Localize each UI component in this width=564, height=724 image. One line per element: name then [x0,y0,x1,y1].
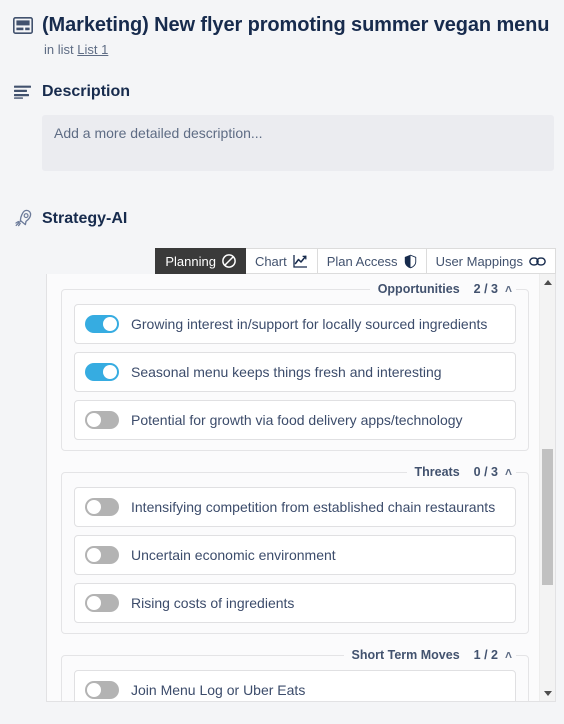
list-item[interactable]: Potential for growth via food delivery a… [74,400,516,440]
group-legend[interactable]: Threats 0 / 3 ˄ [407,465,517,479]
tab-label: User Mappings [435,253,523,269]
toggle-switch[interactable] [85,681,119,699]
list-item-label: Join Menu Log or Uber Eats [131,682,306,698]
group-title: Threats [414,465,460,479]
tab-chart[interactable]: Chart [245,248,318,274]
tab-label: Plan Access [326,253,398,269]
tab-plan-access[interactable]: Plan Access [317,248,427,274]
in-list-prefix: in list [44,42,74,57]
toggle-switch[interactable] [85,411,119,429]
list-link[interactable]: List 1 [77,42,108,57]
tab-user-mappings[interactable]: User Mappings [426,248,556,274]
planning-scroll-area: Opportunities 2 / 3 ˄ Growing interest in/… [47,274,539,701]
group-count: 2 / 3 [473,282,498,296]
tab-planning[interactable]: Planning [155,248,246,274]
group-short-term-moves: Short Term Moves 1 / 2 ˄ Join Menu Log or … [61,648,529,701]
group-legend[interactable]: Opportunities 2 / 3 ˄ [370,282,516,296]
tab-label: Planning [165,253,216,269]
ban-circle-icon [222,254,236,268]
list-item-label: Seasonal menu keeps things fresh and int… [131,364,442,380]
chevron-up-icon[interactable]: ˄ [505,466,512,478]
toggle-switch[interactable] [85,315,119,333]
description-lines-icon [10,85,36,99]
list-item[interactable]: Join Menu Log or Uber Eats [74,670,516,701]
group-title: Opportunities [377,282,460,296]
tab-label: Chart [254,253,287,269]
description-heading: Description [42,83,131,100]
group-title: Short Term Moves [351,648,460,662]
list-item-label: Uncertain economic environment [131,547,336,563]
card-window-icon [10,12,36,34]
vertical-scrollbar[interactable] [539,274,555,701]
list-item-label: Potential for growth via food delivery a… [131,412,463,428]
group-count: 1 / 2 [473,648,498,662]
group-opportunities: Opportunities 2 / 3 ˄ Growing interest in/… [61,282,529,451]
rocket-icon [10,209,36,228]
toggle-switch[interactable] [85,594,119,612]
description-section: Description Add a more detailed descript… [0,83,564,171]
toggle-switch[interactable] [85,498,119,516]
planning-panel: Opportunities 2 / 3 ˄ Growing interest in/… [46,274,556,702]
line-chart-icon [293,254,308,268]
group-threats: Threats 0 / 3 ˄ Intensifying competition f… [61,465,529,634]
description-input[interactable]: Add a more detailed description... [42,115,554,171]
description-header: Description [0,83,564,101]
shield-icon [404,254,417,269]
group-count: 0 / 3 [473,465,498,479]
scroll-down-arrow[interactable] [540,685,555,701]
strategy-section: Strategy-AI Planning Chart Plan Access User… [0,209,564,702]
toggle-switch[interactable] [85,363,119,381]
list-item[interactable]: Uncertain economic environment [74,535,516,575]
strategy-heading: Strategy-AI [42,209,128,227]
scroll-up-arrow[interactable] [540,274,555,290]
list-item[interactable]: Rising costs of ingredients [74,583,516,623]
scrollbar-thumb[interactable] [542,449,553,585]
link-icon [529,256,546,267]
list-item-label: Intensifying competition from establishe… [131,499,496,515]
list-item[interactable]: Intensifying competition from establishe… [74,487,516,527]
chevron-up-icon[interactable]: ˄ [505,283,512,295]
toggle-switch[interactable] [85,546,119,564]
chevron-up-icon[interactable]: ˄ [505,649,512,661]
group-legend[interactable]: Short Term Moves 1 / 2 ˄ [344,648,516,662]
list-item[interactable]: Seasonal menu keeps things fresh and int… [74,352,516,392]
page-title: (Marketing) New flyer promoting summer v… [42,14,550,36]
list-item-label: Rising costs of ingredients [131,595,295,611]
card-header: (Marketing) New flyer promoting summer v… [0,0,564,57]
list-item[interactable]: Growing interest in/support for locally … [74,304,516,344]
strategy-tabs: Planning Chart Plan Access User Mappings [0,248,564,274]
list-item-label: Growing interest in/support for locally … [131,316,488,332]
breadcrumb: in list List 1 [42,42,554,57]
strategy-header: Strategy-AI [0,209,564,228]
